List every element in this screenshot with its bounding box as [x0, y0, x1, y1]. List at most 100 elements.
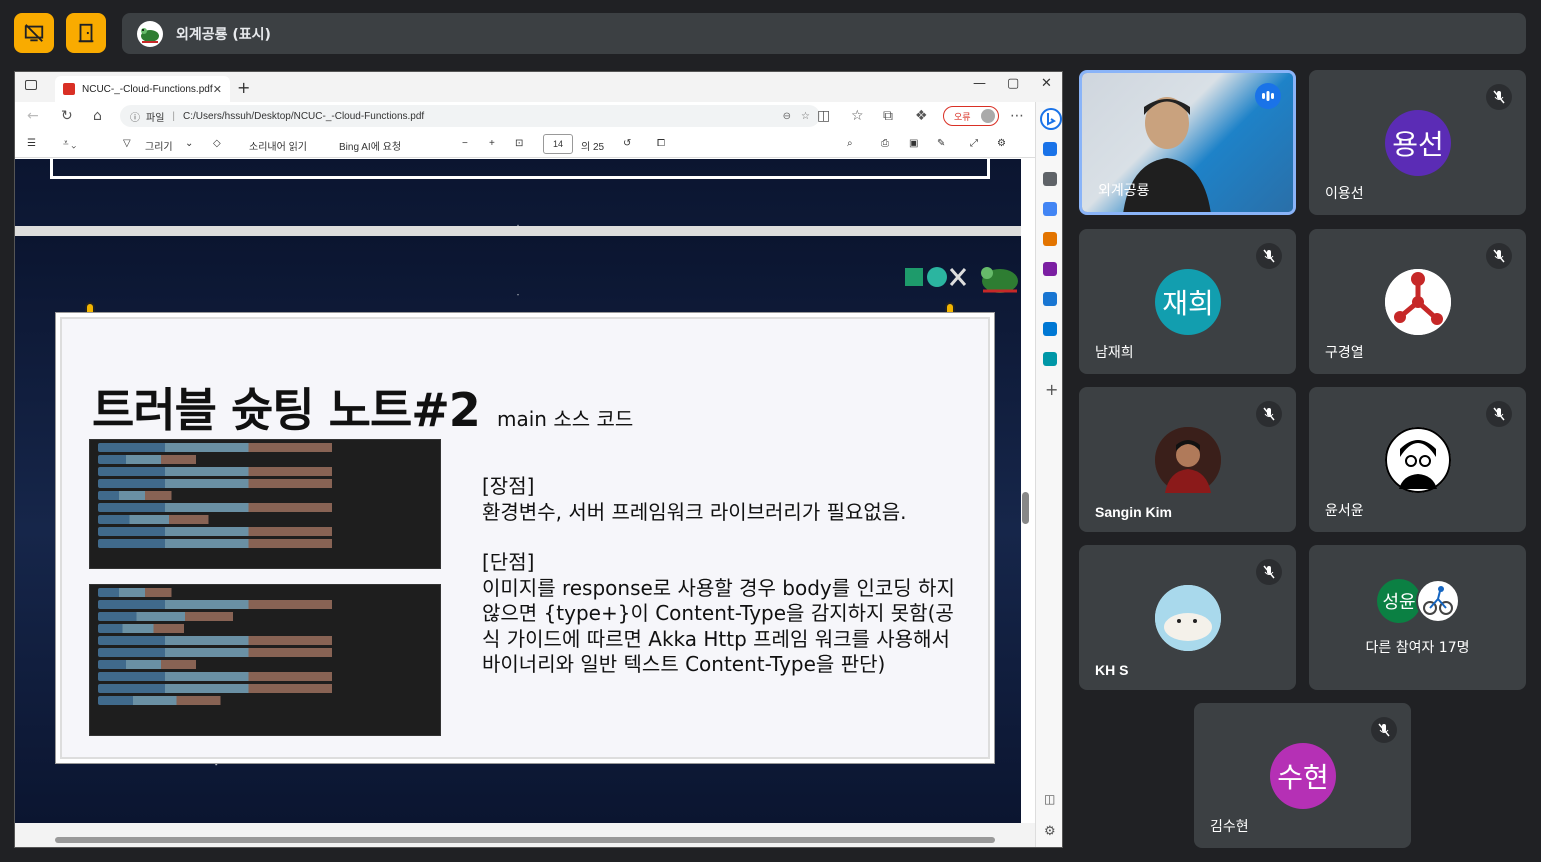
draw-icon[interactable]: ▽ — [123, 138, 131, 149]
more-menu-icon[interactable]: ⋯ — [1010, 108, 1024, 124]
error-badge[interactable]: 오류 — [943, 106, 999, 126]
close-window-icon[interactable]: ✕ — [1041, 76, 1052, 91]
url-prefix: 파일 — [146, 112, 165, 124]
page-number-input[interactable]: 14 — [543, 134, 573, 154]
participant-tile[interactable]: 재희 남재희 — [1079, 229, 1296, 374]
pdf-icon — [63, 83, 75, 95]
zoom-out-icon[interactable]: − — [462, 138, 468, 149]
participant-tile[interactable]: 수현 김수현 — [1194, 703, 1411, 848]
close-tab-icon[interactable]: ✕ — [213, 83, 222, 96]
profile-icon — [981, 109, 995, 123]
games-icon[interactable] — [1043, 262, 1057, 276]
speaking-indicator-icon — [1255, 83, 1281, 109]
favorite-star-icon[interactable]: ☆ — [801, 111, 810, 122]
tab-actions-icon[interactable] — [25, 80, 37, 90]
participant-tile[interactable]: 윤서윤 — [1309, 387, 1526, 532]
participant-name: 김수현 — [1210, 818, 1249, 834]
participant-tile[interactable]: 구경열 — [1309, 229, 1526, 374]
fit-page-icon[interactable]: ⊡ — [515, 138, 523, 149]
present-off-icon — [24, 24, 44, 42]
back-icon[interactable]: ← — [27, 108, 39, 124]
maximize-icon[interactable]: ▢ — [1007, 76, 1019, 91]
other-participants-label: 다른 참여자 17명 — [1365, 640, 1470, 656]
presenter-label: 외계공룡 (표시) — [176, 26, 271, 43]
browser-tab[interactable]: NCUC-_-Cloud-Functions.pdf ✕ — [55, 76, 230, 102]
pdf-toolbar: ☰ ⩡ ⌄ ▽ 그리기 ⌄ ◇ 소리내어 읽기 Bing AI에 요청 − + … — [15, 130, 1045, 158]
door-button[interactable] — [66, 13, 106, 53]
slide-title: 트러블 슛팅 노트#2 — [92, 383, 481, 437]
home-icon[interactable]: ⌂ — [93, 108, 102, 124]
save-icon[interactable]: ▣ — [909, 138, 918, 149]
horizontal-scrollbar[interactable] — [15, 823, 1035, 847]
code-screenshot-1 — [89, 439, 441, 569]
zoom-in-icon[interactable]: + — [489, 138, 495, 149]
avatar: 재희 — [1155, 269, 1221, 335]
sidebar-settings-icon[interactable]: ⚙ — [1044, 824, 1056, 839]
sidebar-layout-icon[interactable]: ◫ — [1044, 792, 1055, 806]
cyclist-avatar-icon — [1416, 579, 1460, 623]
search-icon[interactable]: ⌕ — [847, 138, 853, 149]
fullscreen-icon[interactable]: ⤢ — [970, 138, 978, 149]
other-participants-tile[interactable]: 성윤 다른 참여자 17명 — [1309, 545, 1526, 690]
avatar — [1155, 427, 1221, 493]
print-icon[interactable]: ⎙ — [881, 138, 889, 149]
collections-icon[interactable]: ⧉ — [883, 108, 893, 124]
mic-off-icon — [1486, 401, 1512, 427]
sidebar-search-icon[interactable] — [1043, 172, 1057, 186]
previous-slide-bottom — [50, 159, 990, 179]
bing-copilot-icon[interactable] — [1040, 108, 1062, 130]
tools-briefcase-icon[interactable] — [1043, 232, 1057, 246]
draw-button[interactable]: 그리기 — [145, 138, 173, 153]
avatar: 용선 — [1385, 110, 1451, 176]
rotate-icon[interactable]: ↺ — [623, 138, 631, 149]
cons-text: 이미지를 response로 사용할 경우 body를 인코딩 하지 않으면 {… — [482, 575, 955, 677]
avatar — [1385, 427, 1451, 493]
bing-ai-button[interactable]: Bing AI에 요청 — [339, 138, 401, 153]
pros-text: 환경변수, 서버 프레임워크 라이브러리가 필요없음. — [482, 499, 907, 524]
zoom-icon[interactable]: ⊖ — [783, 111, 791, 122]
participant-tile[interactable]: Sangin Kim — [1079, 387, 1296, 532]
mic-off-icon — [1371, 717, 1397, 743]
avatar: 성윤 — [1377, 579, 1421, 623]
split-screen-icon[interactable]: ◫ — [817, 108, 830, 124]
participant-name: Sangin Kim — [1095, 504, 1173, 520]
contents-icon[interactable]: ☰ — [27, 138, 36, 149]
settings-gear-icon[interactable]: ⚙ — [997, 138, 1006, 149]
eraser-icon[interactable]: ◇ — [213, 138, 221, 149]
read-aloud-button[interactable]: 소리내어 읽기 — [249, 138, 307, 153]
add-sidebar-app-icon[interactable]: + — [1045, 380, 1058, 399]
participant-name: 구경열 — [1325, 344, 1364, 360]
new-tab-icon[interactable]: + — [237, 78, 250, 97]
participant-tile[interactable]: 용선 이용선 — [1309, 70, 1526, 215]
photo-avatar-icon — [1155, 427, 1221, 493]
extensions-icon[interactable]: ❖ — [915, 108, 928, 124]
notification-bell-icon[interactable] — [1043, 142, 1057, 156]
slide-deco-icons — [905, 263, 1021, 307]
refresh-icon[interactable]: ↻ — [61, 108, 73, 124]
save-as-icon[interactable]: ✎ — [937, 138, 945, 149]
url-text: C:/Users/hssuh/Desktop/NCUC-_-Cloud-Func… — [183, 110, 425, 122]
stop-presenting-button[interactable] — [14, 13, 54, 53]
shopping-tag-icon[interactable] — [1043, 202, 1057, 216]
office-icon[interactable] — [1043, 292, 1057, 306]
page-separator — [15, 226, 1021, 236]
participant-tile[interactable]: KH S — [1079, 545, 1296, 690]
graph-logo-icon — [1385, 269, 1451, 335]
vertical-scrollbar[interactable] — [1022, 492, 1029, 524]
participant-name: KH S — [1095, 662, 1129, 678]
url-field[interactable]: ⓘ 파일 | C:/Users/hssuh/Desktop/NCUC-_-Clo… — [120, 105, 820, 127]
page-view-icon[interactable]: ⧠ — [657, 138, 665, 149]
mic-off-icon — [1256, 243, 1282, 269]
slide-card: 트러블 슛팅 노트#2 main 소스 코드 [장점] 환경변수, 서버 프레임… — [60, 317, 990, 759]
highlight-icon[interactable]: ⩡ ⌄ — [63, 138, 76, 149]
send-icon[interactable] — [1043, 352, 1057, 366]
participant-tile-speaking[interactable]: 외계공룡 — [1079, 70, 1296, 215]
draw-dropdown-icon[interactable]: ⌄ — [185, 138, 193, 149]
slide-subtitle: main 소스 코드 — [497, 407, 634, 431]
outlook-icon[interactable] — [1043, 322, 1057, 336]
turtle-avatar-icon — [137, 20, 163, 47]
minimize-icon[interactable]: — — [973, 76, 986, 91]
door-icon — [78, 23, 94, 43]
favorites-icon[interactable]: ☆ — [851, 108, 864, 124]
pdf-document-view[interactable]: 트러블 슛팅 노트#2 main 소스 코드 [장점] 환경변수, 서버 프레임… — [15, 159, 1021, 823]
